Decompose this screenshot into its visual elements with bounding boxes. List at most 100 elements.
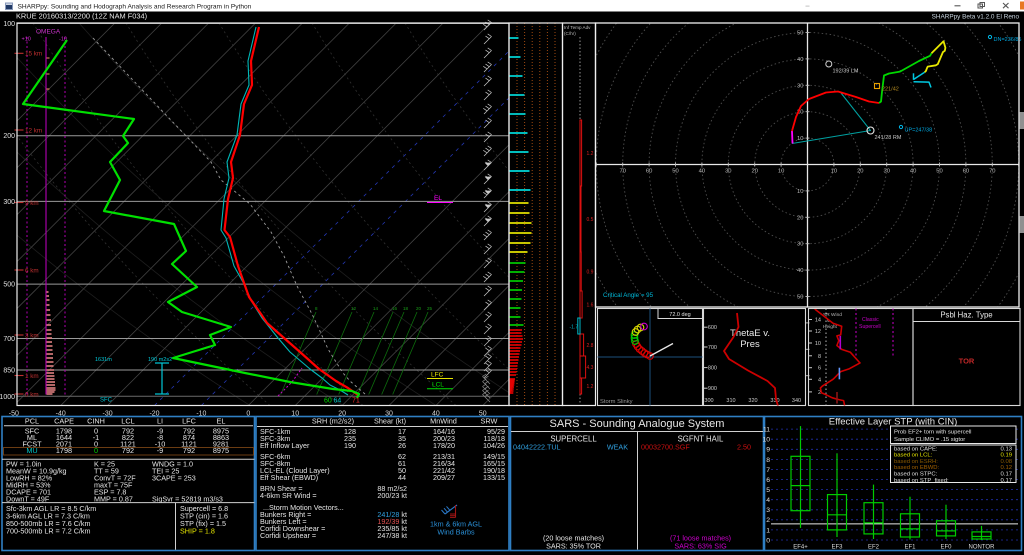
svg-text:CINH: CINH <box>87 417 105 426</box>
svg-text:133/15: 133/15 <box>483 473 505 482</box>
svg-text:04042222.TUL: 04042222.TUL <box>513 443 561 452</box>
svg-text:600: 600 <box>708 325 717 331</box>
svg-text:221/42: 221/42 <box>882 87 899 93</box>
svg-text:SHARPpy Beta v1.2.0 El Reno: SHARPpy Beta v1.2.0 El Reno <box>932 14 1020 21</box>
svg-text:20: 20 <box>416 306 422 311</box>
svg-text:+10: +10 <box>22 37 31 43</box>
svg-text:12 km: 12 km <box>25 127 42 134</box>
svg-text:300: 300 <box>704 398 713 404</box>
svg-text:6: 6 <box>818 366 821 372</box>
svg-text:40: 40 <box>910 169 916 175</box>
svg-text:4.3: 4.3 <box>587 365 594 371</box>
svg-text:based on CAPE:: based on CAPE: <box>894 446 938 452</box>
svg-text:SHARPpy: Sounding and Hodograp: SHARPpy: Sounding and Hodograph Analysis… <box>18 3 252 10</box>
svg-text:4: 4 <box>766 497 770 504</box>
svg-text:3: 3 <box>766 507 770 514</box>
svg-text:EF2: EF2 <box>868 545 880 551</box>
svg-text:8: 8 <box>818 354 821 360</box>
svg-text:based on EBWD:: based on EBWD: <box>894 465 940 471</box>
svg-text:190 m2s2: 190 m2s2 <box>148 357 172 363</box>
svg-text:20: 20 <box>751 169 757 175</box>
svg-text:300: 300 <box>3 199 15 206</box>
svg-text:2: 2 <box>766 517 770 524</box>
svg-text:0: 0 <box>766 537 770 544</box>
svg-text:50: 50 <box>797 295 803 301</box>
svg-text:based on LCL:: based on LCL: <box>894 453 933 459</box>
svg-text:30: 30 <box>883 169 889 175</box>
svg-text:Classic: Classic <box>862 317 879 323</box>
svg-text:0.17: 0.17 <box>1001 478 1012 484</box>
svg-text:30: 30 <box>797 83 803 89</box>
svg-text:70: 70 <box>619 169 625 175</box>
svg-text:10: 10 <box>762 437 770 444</box>
svg-text:Inf Temp Adv: Inf Temp Adv <box>564 25 591 30</box>
svg-text:1.2: 1.2 <box>587 384 594 390</box>
svg-text:1 km: 1 km <box>25 373 39 380</box>
svg-text:10: 10 <box>831 169 837 175</box>
svg-text:Eff Inflow Layer: Eff Inflow Layer <box>260 441 310 450</box>
svg-text:50: 50 <box>936 169 942 175</box>
svg-text:12: 12 <box>815 329 821 335</box>
svg-text:2.8: 2.8 <box>587 343 594 349</box>
svg-text:SFC: SFC <box>100 398 113 404</box>
svg-text:247/38 kt: 247/38 kt <box>377 531 407 540</box>
svg-text:20: 20 <box>797 215 803 221</box>
svg-text:TOR: TOR <box>959 357 975 366</box>
svg-text:based on STPC:: based on STPC: <box>894 472 938 478</box>
svg-text:2.50: 2.50 <box>737 443 751 452</box>
svg-text:25: 25 <box>427 306 433 311</box>
svg-text:PCL: PCL <box>25 417 39 426</box>
svg-text:WEAK: WEAK <box>607 443 628 452</box>
svg-text:60: 60 <box>646 169 652 175</box>
svg-text:1.6: 1.6 <box>587 303 594 309</box>
svg-text:310: 310 <box>726 398 735 404</box>
svg-text:700: 700 <box>708 345 717 351</box>
svg-text:10: 10 <box>778 169 784 175</box>
svg-text:EL: EL <box>217 417 226 426</box>
svg-text:EL: EL <box>434 195 442 202</box>
svg-text:SHIP = 1.8: SHIP = 1.8 <box>180 527 215 536</box>
svg-text:Corfidi Upshear =: Corfidi Upshear = <box>260 531 316 540</box>
svg-text:6 km: 6 km <box>25 267 39 274</box>
svg-text:241/28 RM: 241/28 RM <box>875 135 902 141</box>
svg-text:20: 20 <box>857 169 863 175</box>
svg-text:NONTOR: NONTOR <box>969 545 996 551</box>
svg-text:200: 200 <box>3 133 15 140</box>
svg-text:9: 9 <box>766 447 770 454</box>
svg-text:EF3: EF3 <box>831 545 843 551</box>
svg-text:based on STP_fixed:: based on STP_fixed: <box>894 478 949 484</box>
svg-text:50: 50 <box>797 31 803 37</box>
svg-text:Critical Angle = 95: Critical Angle = 95 <box>603 292 654 299</box>
svg-text:40: 40 <box>797 268 803 274</box>
svg-text:3 km: 3 km <box>25 332 39 339</box>
svg-text:192/39 LM: 192/39 LM <box>833 69 859 75</box>
svg-text:Wind Barbs: Wind Barbs <box>437 528 475 537</box>
svg-text:64: 64 <box>334 398 342 405</box>
svg-text:900: 900 <box>708 386 717 392</box>
svg-text:850: 850 <box>3 368 15 375</box>
svg-text:30: 30 <box>725 169 731 175</box>
svg-text:72.0 deg: 72.0 deg <box>669 312 690 318</box>
svg-text:7: 7 <box>766 467 770 474</box>
svg-text:0.9: 0.9 <box>587 270 594 276</box>
svg-text:3CAPE = 253: 3CAPE = 253 <box>152 473 196 482</box>
svg-text:LCL: LCL <box>432 382 444 389</box>
svg-text:0 km: 0 km <box>25 391 39 398</box>
svg-text:330: 330 <box>770 398 779 404</box>
svg-text:Eff Shear (EBWD): Eff Shear (EBWD) <box>260 473 318 482</box>
svg-text:100: 100 <box>3 21 15 28</box>
svg-text:CAPE: CAPE <box>54 417 74 426</box>
svg-text:50: 50 <box>672 169 678 175</box>
svg-text:1: 1 <box>766 527 770 534</box>
svg-text:60: 60 <box>324 398 332 405</box>
svg-text:0.19: 0.19 <box>1001 453 1012 459</box>
svg-text:Supercell: Supercell <box>859 324 881 330</box>
svg-text:15 km: 15 km <box>25 51 42 58</box>
svg-text:700-500mb LR = 7.2 C/km: 700-500mb LR = 7.2 C/km <box>6 527 91 536</box>
svg-text:LFC: LFC <box>431 372 444 379</box>
svg-text:DN=236/85: DN=236/85 <box>994 37 1022 43</box>
svg-text:MnWind: MnWind <box>430 417 457 426</box>
svg-text:200/23 kt: 200/23 kt <box>377 491 407 500</box>
svg-text:EF1: EF1 <box>904 545 916 551</box>
svg-text:(C/hr): (C/hr) <box>564 31 576 36</box>
